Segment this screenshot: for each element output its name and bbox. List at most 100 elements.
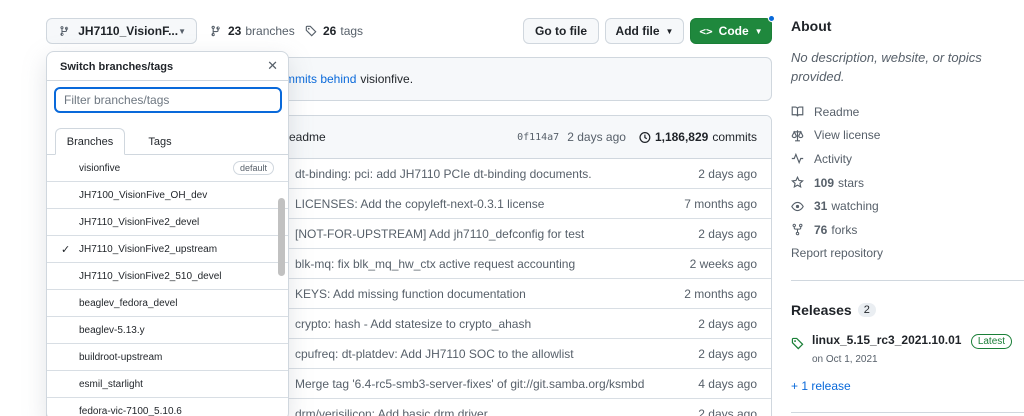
tag-icon	[305, 25, 317, 37]
branch-item-label: fedora-vic-7100_5.10.6	[79, 405, 182, 416]
branch-item[interactable]: beaglev-5.13.y	[47, 317, 288, 344]
branches-link[interactable]: 23 branches	[210, 18, 295, 44]
tab-branches[interactable]: Branches	[55, 128, 125, 155]
sidebar-divider	[791, 412, 1024, 413]
commit-message[interactable]: cpufreq: dt-platdev: Add JH7110 SOC to t…	[295, 347, 574, 361]
branch-item[interactable]: esmil_starlight	[47, 371, 288, 398]
branch-item[interactable]: ✓ JH7110_VisionFive2_upstream	[47, 236, 288, 263]
dropdown-tabs: Branches Tags	[47, 128, 288, 155]
commit-message[interactable]: [NOT-FOR-UPSTREAM] Add jh7110_defconfig …	[295, 227, 584, 241]
branch-item-label: JH7100_VisionFive_OH_dev	[79, 189, 208, 201]
readme-label: Readme	[814, 104, 860, 119]
eye-icon	[791, 201, 804, 211]
license-label: View license	[814, 128, 881, 143]
branch-item-label: visionfive	[79, 162, 121, 174]
branch-list: visionfive default JH7100_VisionFive_OH_de…	[47, 155, 288, 416]
releases-count: 2	[857, 303, 876, 317]
add-file-button[interactable]: Add file ▼	[605, 18, 684, 44]
activity-link[interactable]: Activity	[791, 147, 1024, 171]
about-title: About	[791, 18, 832, 34]
branch-item[interactable]: visionfive default	[47, 155, 288, 182]
tags-link[interactable]: 26 tags	[305, 18, 363, 44]
branch-item[interactable]: JH7110_VisionFive2_510_devel	[47, 263, 288, 290]
repo-forked-icon	[792, 223, 803, 236]
branch-item[interactable]: fedora-vic-7100_5.10.6	[47, 398, 288, 416]
tags-count: 26	[323, 24, 337, 38]
commit-date: 2 days ago	[698, 226, 757, 241]
about-description: No description, website, or topics provi…	[791, 50, 982, 84]
branch-item[interactable]: JH7100_VisionFive_OH_dev	[47, 182, 288, 209]
forks-link[interactable]: 76 forks	[791, 218, 1024, 242]
branch-item[interactable]: buildroot-upstream	[47, 344, 288, 371]
branch-item-label: beaglev_fedora_devel	[79, 297, 178, 309]
branch-selector-button[interactable]: JH7110_VisionF... ▼	[46, 18, 197, 44]
commit-message[interactable]: Merge tag '6.4-rc5-smb3-server-fixes' of…	[295, 377, 644, 391]
commit-time: 2 days ago	[567, 130, 626, 144]
code-button[interactable]: <> Code ▼	[690, 18, 772, 44]
law-icon	[791, 130, 804, 142]
pulse-icon	[791, 153, 804, 165]
report-repository-link[interactable]: Report repository	[791, 242, 1024, 266]
commits-behind-link[interactable]: mmits behind	[285, 72, 356, 86]
commit-message[interactable]: drm/verisilicon: Add basic drm driver	[295, 407, 488, 416]
readme-link[interactable]: Readme	[791, 100, 1024, 124]
branch-item-label: beaglev-5.13.y	[79, 324, 145, 336]
commit-date: 2 days ago	[698, 166, 757, 181]
branch-item[interactable]: beaglev_fedora_devel	[47, 290, 288, 317]
license-link[interactable]: View license	[791, 124, 1024, 148]
chevron-down-icon: ▼	[665, 26, 674, 36]
commits-count: 1,186,829	[654, 130, 709, 144]
tab-tags[interactable]: Tags	[125, 128, 195, 155]
commits-link[interactable]: 1,186,829 commits	[638, 130, 757, 144]
git-branch-icon	[211, 25, 220, 37]
filter-branches-input[interactable]	[54, 87, 282, 113]
commit-date: 7 months ago	[684, 196, 757, 211]
branches-label: branches	[245, 24, 295, 38]
code-label: Code	[718, 24, 749, 38]
commit-date: 2 days ago	[698, 406, 757, 416]
branches-count: 23	[228, 24, 242, 38]
dropdown-title: Switch branches/tags	[60, 61, 174, 73]
latest-release[interactable]: linux_5.15_rc3_2021.10.01 Latest on Oct …	[791, 333, 1013, 365]
branch-switcher-dropdown: Switch branches/tags ✕ Branches Tags vis…	[46, 51, 289, 416]
releases-heading[interactable]: Releases 2	[791, 302, 876, 318]
go-to-file-button[interactable]: Go to file	[523, 18, 599, 44]
more-releases-link[interactable]: + 1 release	[791, 379, 851, 393]
tag-icon	[791, 337, 804, 350]
book-icon	[791, 106, 804, 117]
close-icon[interactable]: ✕	[267, 58, 278, 74]
history-icon	[639, 131, 651, 143]
sidebar-divider	[791, 280, 1024, 281]
commit-date: 2 months ago	[684, 286, 757, 301]
chevron-down-icon: ▼	[178, 26, 186, 36]
commit-message[interactable]: crypto: hash - Add statesize to crypto_a…	[295, 317, 531, 331]
commit-message[interactable]: blk-mq: fix blk_mq_hw_ctx active request…	[295, 257, 575, 271]
git-branch-icon	[60, 26, 69, 36]
commit-message[interactable]: LICENSES: Add the copyleft-next-0.3.1 li…	[295, 197, 544, 211]
scrollbar-thumb[interactable]	[278, 198, 285, 276]
branch-name: JH7110_VisionF...	[78, 24, 179, 38]
check-icon: ✓	[61, 243, 71, 256]
watching-link[interactable]: 31 watching	[791, 194, 1024, 218]
default-badge: default	[232, 161, 274, 175]
about-panel: About No description, website, or topics…	[791, 18, 1024, 265]
branch-item[interactable]: JH7110_VisionFive2_devel	[47, 209, 288, 236]
commit-sha[interactable]: 0f114a7	[517, 132, 559, 143]
code-icon: <>	[699, 24, 713, 38]
activity-label: Activity	[814, 151, 853, 166]
branch-item-label: JH7110_VisionFive2_510_devel	[79, 270, 222, 282]
stars-link[interactable]: 109 stars	[791, 171, 1024, 195]
watching-count: 31	[814, 199, 828, 214]
commit-message[interactable]: KEYS: Add missing function documentation	[295, 287, 526, 301]
commit-date: 2 days ago	[698, 316, 757, 331]
stars-label: stars	[838, 175, 865, 190]
latest-commit-message[interactable]: readme	[285, 130, 326, 144]
branch-item-label: esmil_starlight	[79, 378, 143, 390]
tags-label: tags	[340, 24, 364, 38]
release-name[interactable]: linux_5.15_rc3_2021.10.01	[812, 333, 961, 347]
commit-date: 4 days ago	[698, 376, 757, 391]
commit-date: 2 weeks ago	[689, 256, 757, 271]
commit-message[interactable]: dt-binding: pci: add JH7110 PCIe dt-bind…	[295, 167, 592, 181]
chevron-down-icon: ▼	[754, 26, 763, 36]
stars-count: 109	[814, 175, 835, 190]
